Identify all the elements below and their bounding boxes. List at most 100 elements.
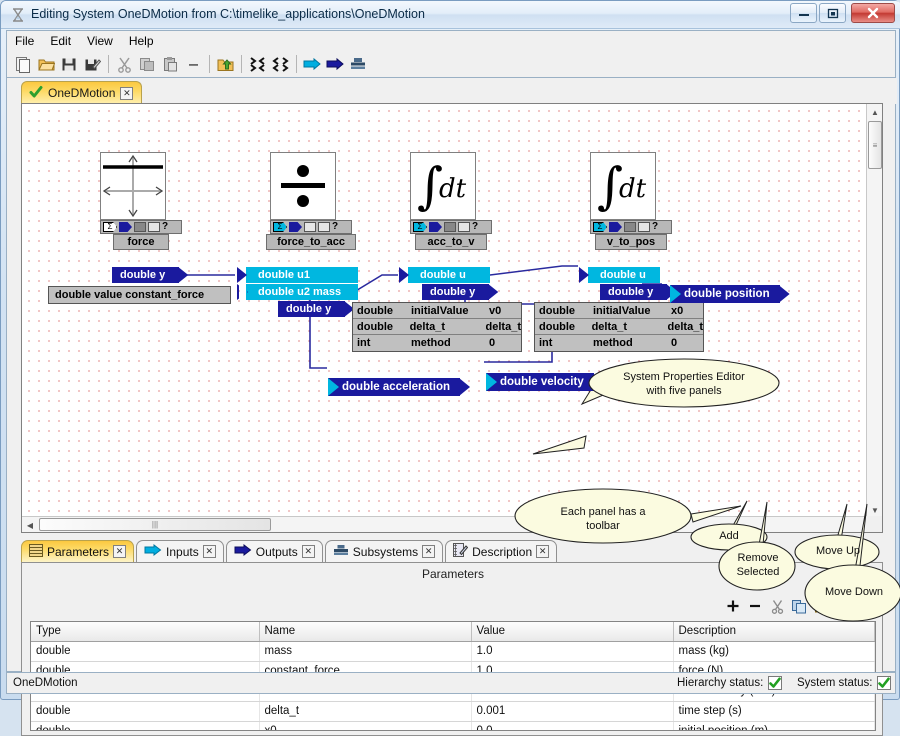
help-question-icon[interactable]: ? xyxy=(332,222,338,232)
vertical-scroll-thumb[interactable]: ≡ xyxy=(868,121,882,169)
parameter-square-icon[interactable] xyxy=(148,222,160,232)
tab-description-close-icon[interactable]: ✕ xyxy=(536,545,550,558)
block-v-to-pos-iconbar[interactable]: Σ ? xyxy=(590,220,672,234)
cell-value[interactable]: 0.001 xyxy=(471,701,674,722)
port-acc-to-v-u[interactable]: double u xyxy=(408,267,490,283)
subsystem-square-icon[interactable] xyxy=(134,222,146,232)
tab-outputs-close-icon[interactable]: ✕ xyxy=(301,545,315,558)
cut-button[interactable] xyxy=(768,597,786,615)
add-subsystem-icon[interactable] xyxy=(347,53,369,75)
save-as-icon[interactable] xyxy=(81,53,103,75)
sigma-input-icon[interactable]: Σ xyxy=(273,222,287,232)
collapse-icon[interactable] xyxy=(246,53,268,75)
cell-description[interactable]: mass (kg) xyxy=(673,641,875,662)
sigma-input-icon[interactable]: Σ xyxy=(103,222,117,232)
signal-velocity[interactable]: double velocity xyxy=(486,373,594,391)
table-row[interactable]: double delta_t 0.001 time step (s) xyxy=(31,701,875,722)
cell-description[interactable]: initial position (m) xyxy=(673,721,875,730)
block-force[interactable]: Σ ? force xyxy=(100,152,182,250)
cell-name[interactable]: x0 xyxy=(259,721,472,730)
block-acc-to-v[interactable]: ∫ dt Σ ? acc_to_v xyxy=(410,152,492,250)
subsystem-square-icon[interactable] xyxy=(624,222,636,232)
cell-name[interactable]: mass xyxy=(259,641,472,662)
parameter-square-icon[interactable] xyxy=(458,222,470,232)
minimize-button[interactable] xyxy=(790,3,817,23)
cut-icon[interactable] xyxy=(113,53,135,75)
add-output-icon[interactable] xyxy=(324,53,346,75)
delete-icon[interactable] xyxy=(182,53,204,75)
copy-icon[interactable] xyxy=(136,53,158,75)
sigma-input-icon[interactable]: Σ xyxy=(413,222,427,232)
system-tab-onedmotion[interactable]: OneDMotion ✕ xyxy=(21,81,143,104)
port-acc-to-v-y[interactable]: double y xyxy=(422,284,490,300)
port-force-to-acc-u2[interactable]: double u2 mass xyxy=(246,284,358,300)
remove-button[interactable] xyxy=(746,597,764,615)
add-button[interactable] xyxy=(724,597,742,615)
tab-subsystems[interactable]: Subsystems ✕ xyxy=(324,540,444,562)
output-arrow-icon[interactable] xyxy=(609,222,622,232)
close-button[interactable] xyxy=(851,3,895,23)
menu-help[interactable]: Help xyxy=(121,32,162,50)
tab-inputs-close-icon[interactable]: ✕ xyxy=(202,545,216,558)
open-folder-icon[interactable] xyxy=(35,53,57,75)
port-force-y[interactable]: double y xyxy=(112,267,180,283)
canvas-vertical-scrollbar[interactable]: ▲ ≡ ▼ xyxy=(866,104,882,518)
menu-view[interactable]: View xyxy=(79,32,121,50)
move-down-button[interactable] xyxy=(856,597,874,615)
subsystem-square-icon[interactable] xyxy=(444,222,456,232)
cell-type[interactable]: double xyxy=(31,721,260,730)
diagram-canvas[interactable]: Σ ? force double y double value constant… xyxy=(22,104,868,518)
port-force-to-acc-u1[interactable]: double u1 xyxy=(246,267,358,283)
output-arrow-icon[interactable] xyxy=(289,222,302,232)
table-row[interactable]: double mass 1.0 mass (kg) xyxy=(31,641,875,662)
port-v-to-pos-y[interactable]: double y xyxy=(600,284,668,300)
port-force-to-acc-y[interactable]: double y xyxy=(278,301,346,317)
cell-name[interactable]: delta_t xyxy=(259,701,472,722)
parameter-square-icon[interactable] xyxy=(638,222,650,232)
parameter-square-icon[interactable] xyxy=(318,222,330,232)
sigma-input-icon[interactable]: Σ xyxy=(593,222,607,232)
help-question-icon[interactable]: ? xyxy=(472,222,478,232)
help-question-icon[interactable]: ? xyxy=(652,222,658,232)
cell-description[interactable]: time step (s) xyxy=(673,701,875,722)
cell-value[interactable]: 1.0 xyxy=(471,641,674,662)
tab-description[interactable]: Description ✕ xyxy=(445,540,558,562)
output-arrow-icon[interactable] xyxy=(429,222,442,232)
cell-type[interactable]: double xyxy=(31,701,260,722)
block-acc-to-v-iconbar[interactable]: Σ ? xyxy=(410,220,492,234)
save-icon[interactable] xyxy=(58,53,80,75)
scroll-up-icon[interactable]: ▲ xyxy=(867,104,882,120)
cell-value[interactable]: 0.0 xyxy=(471,721,674,730)
new-icon[interactable] xyxy=(12,53,34,75)
port-v-to-pos-u[interactable]: double u xyxy=(588,267,660,283)
column-header-name[interactable]: Name xyxy=(259,622,472,642)
signal-acceleration[interactable]: double acceleration xyxy=(328,378,461,396)
copy-button[interactable] xyxy=(790,597,808,615)
column-header-value[interactable]: Value xyxy=(471,622,674,642)
horizontal-scroll-thumb[interactable]: ||| xyxy=(39,518,271,531)
column-header-type[interactable]: Type xyxy=(31,622,260,642)
scroll-left-icon[interactable]: ◀ xyxy=(22,517,38,532)
canvas-horizontal-scrollbar[interactable]: ◀ ||| xyxy=(22,516,868,532)
block-v-to-pos[interactable]: ∫ dt Σ ? v_to_pos xyxy=(590,152,672,250)
block-force-to-acc-iconbar[interactable]: Σ ? xyxy=(270,220,352,234)
menu-file[interactable]: File xyxy=(7,32,42,50)
subsystem-square-icon[interactable] xyxy=(304,222,316,232)
system-tab-close-icon[interactable]: ✕ xyxy=(120,86,134,100)
tab-inputs[interactable]: Inputs ✕ xyxy=(136,540,224,562)
paste-icon[interactable] xyxy=(159,53,181,75)
tab-subsystems-close-icon[interactable]: ✕ xyxy=(422,545,436,558)
signal-position[interactable]: double position xyxy=(670,285,780,303)
help-question-icon[interactable]: ? xyxy=(162,222,168,232)
block-force-to-acc[interactable]: Σ ? force_to_acc xyxy=(266,152,356,250)
add-input-icon[interactable] xyxy=(301,53,323,75)
block-force-iconbar[interactable]: Σ ? xyxy=(100,220,182,234)
tab-parameters[interactable]: Parameters ✕ xyxy=(21,540,135,562)
export-icon[interactable] xyxy=(214,53,236,75)
table-row[interactable]: double x0 0.0 initial position (m) xyxy=(31,721,875,730)
tab-outputs[interactable]: Outputs ✕ xyxy=(225,540,323,562)
tab-parameters-close-icon[interactable]: ✕ xyxy=(113,545,127,558)
cell-type[interactable]: double xyxy=(31,641,260,662)
paste-button[interactable] xyxy=(812,597,830,615)
column-header-description[interactable]: Description xyxy=(673,622,875,642)
